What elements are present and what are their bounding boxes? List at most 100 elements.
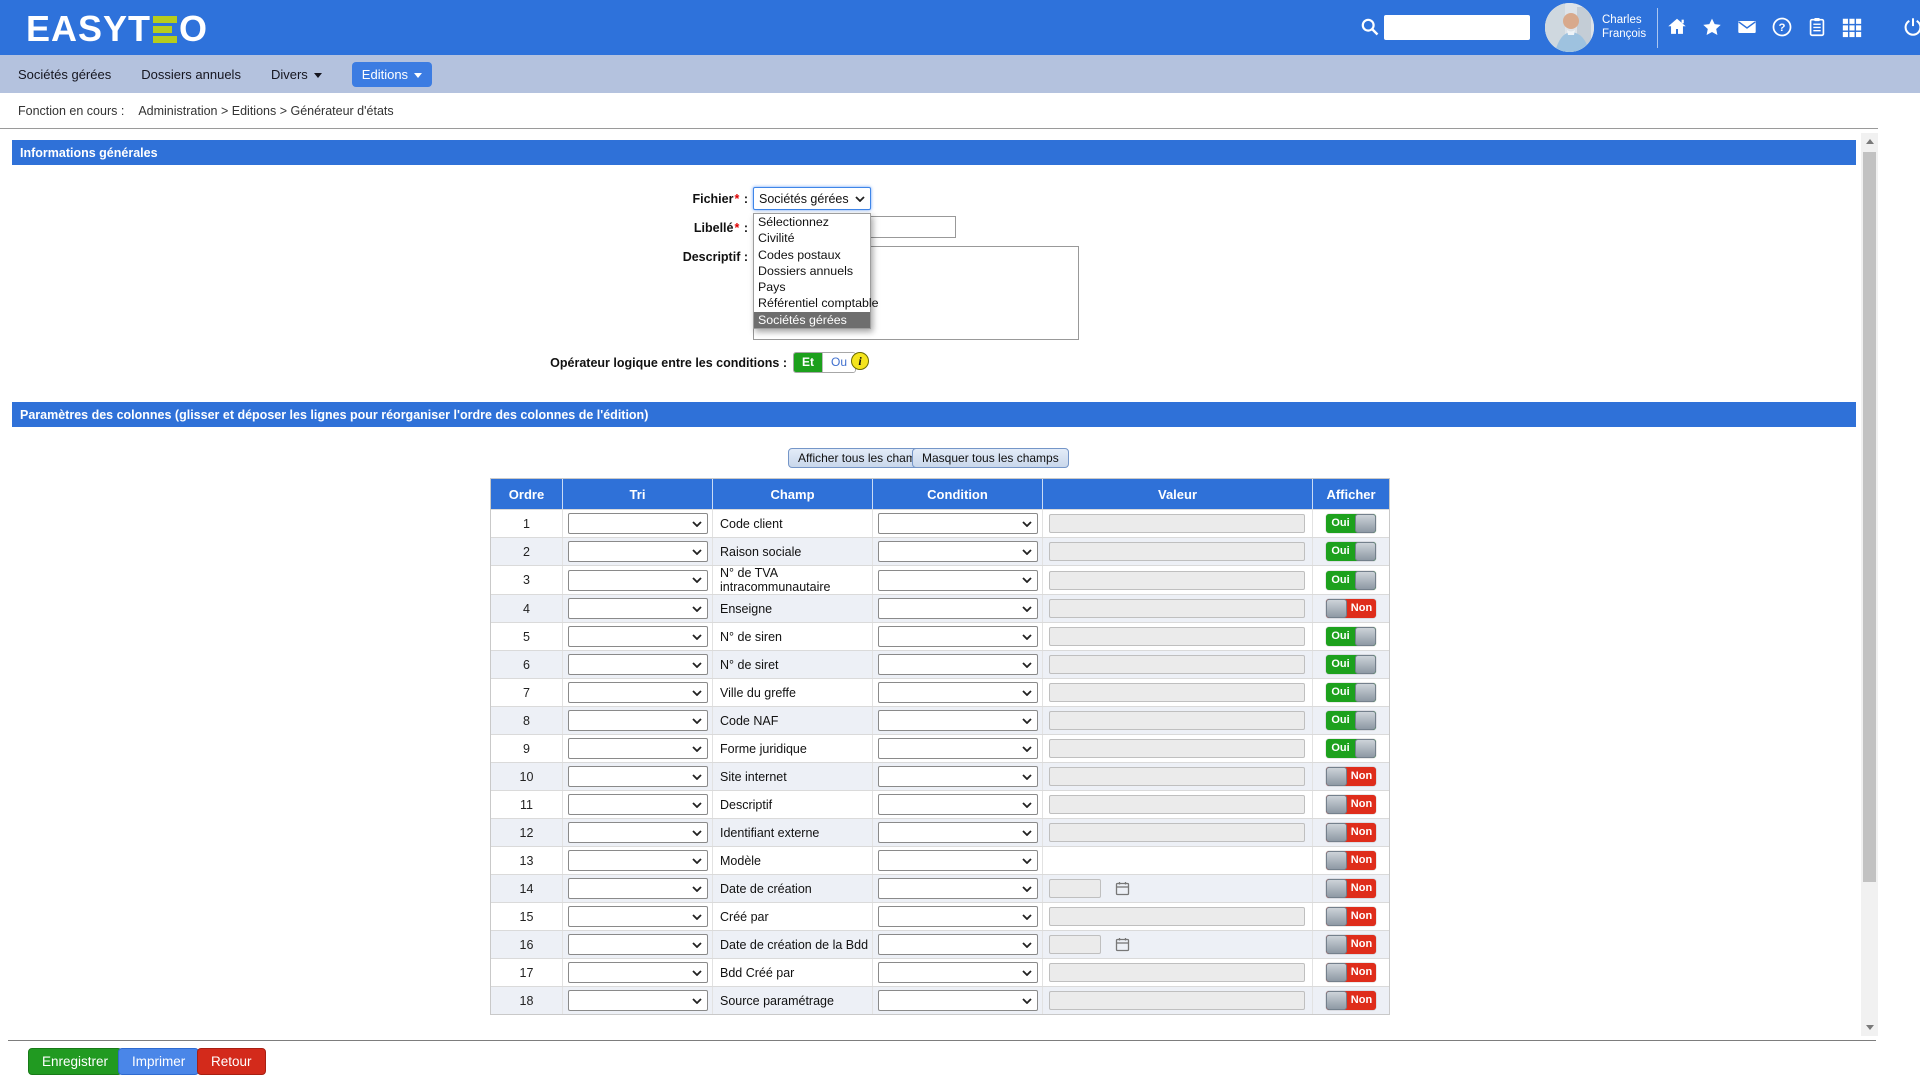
table-row[interactable]: 4EnseigneNon <box>491 594 1389 622</box>
afficher-toggle[interactable]: Oui <box>1326 571 1376 590</box>
table-row[interactable]: 8Code NAFOui <box>491 706 1389 734</box>
tri-select[interactable] <box>568 794 708 815</box>
dropdown-option-3[interactable]: Dossiers annuels <box>754 263 870 279</box>
fichier-select[interactable]: Sociétés gérées <box>753 187 871 210</box>
vertical-scrollbar[interactable] <box>1861 133 1878 1036</box>
dropdown-option-5[interactable]: Référentiel comptable <box>754 295 870 311</box>
tri-select[interactable] <box>568 766 708 787</box>
scrollbar-thumb[interactable] <box>1863 152 1876 882</box>
easyteo-logo[interactable]: EASYT O <box>26 8 208 50</box>
tri-select[interactable] <box>568 878 708 899</box>
clipboard-icon[interactable] <box>1806 16 1828 38</box>
table-row[interactable]: 7Ville du greffeOui <box>491 678 1389 706</box>
help-icon[interactable]: ? <box>1771 16 1793 38</box>
table-row[interactable]: 5N° de sirenOui <box>491 622 1389 650</box>
dropdown-option-4[interactable]: Pays <box>754 279 870 295</box>
condition-select[interactable] <box>878 710 1038 731</box>
table-row[interactable]: 14Date de créationNon <box>491 874 1389 902</box>
afficher-toggle[interactable]: Non <box>1326 767 1376 786</box>
table-row[interactable]: 2Raison socialeOui <box>491 537 1389 565</box>
table-row[interactable]: 15Créé parNon <box>491 902 1389 930</box>
apps-grid-icon[interactable] <box>1841 16 1863 38</box>
condition-select[interactable] <box>878 598 1038 619</box>
info-icon[interactable]: i <box>851 352 869 370</box>
afficher-toggle[interactable]: Oui <box>1326 655 1376 674</box>
operator-et-button[interactable]: Et <box>794 353 822 372</box>
condition-select[interactable] <box>878 794 1038 815</box>
afficher-toggle[interactable]: Oui <box>1326 514 1376 533</box>
logout-power-icon[interactable] <box>1902 16 1920 38</box>
afficher-toggle[interactable]: Oui <box>1326 627 1376 646</box>
table-row[interactable]: 17Bdd Créé parNon <box>491 958 1389 986</box>
condition-select[interactable] <box>878 626 1038 647</box>
nav-item-0[interactable]: Sociétés gérées <box>18 67 111 82</box>
condition-select[interactable] <box>878 766 1038 787</box>
table-row[interactable]: 18Source paramétrageNon <box>491 986 1389 1014</box>
dropdown-option-0[interactable]: Sélectionnez <box>754 214 870 230</box>
afficher-toggle[interactable]: Non <box>1326 879 1376 898</box>
table-row[interactable]: 9Forme juridiqueOui <box>491 734 1389 762</box>
table-row[interactable]: 10Site internetNon <box>491 762 1389 790</box>
tri-select[interactable] <box>568 513 708 534</box>
favorites-star-icon[interactable] <box>1701 16 1723 38</box>
tri-select[interactable] <box>568 738 708 759</box>
tri-select[interactable] <box>568 906 708 927</box>
tri-select[interactable] <box>568 822 708 843</box>
tri-select[interactable] <box>568 682 708 703</box>
condition-select[interactable] <box>878 906 1038 927</box>
hide-all-fields-button[interactable]: Masquer tous les champs <box>912 448 1069 468</box>
tri-select[interactable] <box>568 710 708 731</box>
afficher-toggle[interactable]: Non <box>1326 851 1376 870</box>
home-icon[interactable] <box>1666 16 1688 38</box>
nav-item-3[interactable]: Editions <box>352 62 432 87</box>
search-input[interactable] <box>1384 15 1530 40</box>
condition-select[interactable] <box>878 513 1038 534</box>
condition-select[interactable] <box>878 570 1038 591</box>
afficher-toggle[interactable]: Non <box>1326 823 1376 842</box>
afficher-toggle[interactable]: Non <box>1326 963 1376 982</box>
tri-select[interactable] <box>568 598 708 619</box>
table-row[interactable]: 6N° de siretOui <box>491 650 1389 678</box>
condition-select[interactable] <box>878 850 1038 871</box>
afficher-toggle[interactable]: Non <box>1326 935 1376 954</box>
back-button[interactable]: Retour <box>197 1048 266 1075</box>
dropdown-option-2[interactable]: Codes postaux <box>754 247 870 263</box>
condition-select[interactable] <box>878 541 1038 562</box>
condition-select[interactable] <box>878 990 1038 1011</box>
condition-select[interactable] <box>878 654 1038 675</box>
condition-select[interactable] <box>878 934 1038 955</box>
scrollbar-down-arrow[interactable] <box>1861 1019 1878 1036</box>
afficher-toggle[interactable]: Non <box>1326 907 1376 926</box>
tri-select[interactable] <box>568 570 708 591</box>
dropdown-option-6[interactable]: Sociétés gérées <box>754 312 870 328</box>
afficher-toggle[interactable]: Oui <box>1326 739 1376 758</box>
tri-select[interactable] <box>568 850 708 871</box>
condition-select[interactable] <box>878 878 1038 899</box>
print-button[interactable]: Imprimer <box>118 1048 199 1075</box>
condition-select[interactable] <box>878 822 1038 843</box>
afficher-toggle[interactable]: Non <box>1326 599 1376 618</box>
tri-select[interactable] <box>568 962 708 983</box>
user-avatar[interactable] <box>1545 3 1594 52</box>
table-row[interactable]: 13ModèleNon <box>491 846 1389 874</box>
tri-select[interactable] <box>568 654 708 675</box>
tri-select[interactable] <box>568 626 708 647</box>
tri-select[interactable] <box>568 541 708 562</box>
afficher-toggle[interactable]: Oui <box>1326 711 1376 730</box>
table-row[interactable]: 1Code clientOui <box>491 509 1389 537</box>
afficher-toggle[interactable]: Non <box>1326 795 1376 814</box>
condition-select[interactable] <box>878 962 1038 983</box>
nav-item-2[interactable]: Divers <box>271 67 322 82</box>
table-row[interactable]: 3N° de TVA intracommunautaireOui <box>491 565 1389 594</box>
afficher-toggle[interactable]: Oui <box>1326 542 1376 561</box>
mail-icon[interactable] <box>1736 16 1758 38</box>
table-row[interactable]: 11DescriptifNon <box>491 790 1389 818</box>
table-row[interactable]: 12Identifiant externeNon <box>491 818 1389 846</box>
scrollbar-up-arrow[interactable] <box>1861 133 1878 150</box>
tri-select[interactable] <box>568 990 708 1011</box>
search-icon[interactable] <box>1360 17 1380 42</box>
condition-select[interactable] <box>878 738 1038 759</box>
operator-ou-button[interactable]: Ou <box>822 353 855 372</box>
save-button[interactable]: Enregistrer <box>28 1048 122 1075</box>
dropdown-option-1[interactable]: Civilité <box>754 230 870 246</box>
